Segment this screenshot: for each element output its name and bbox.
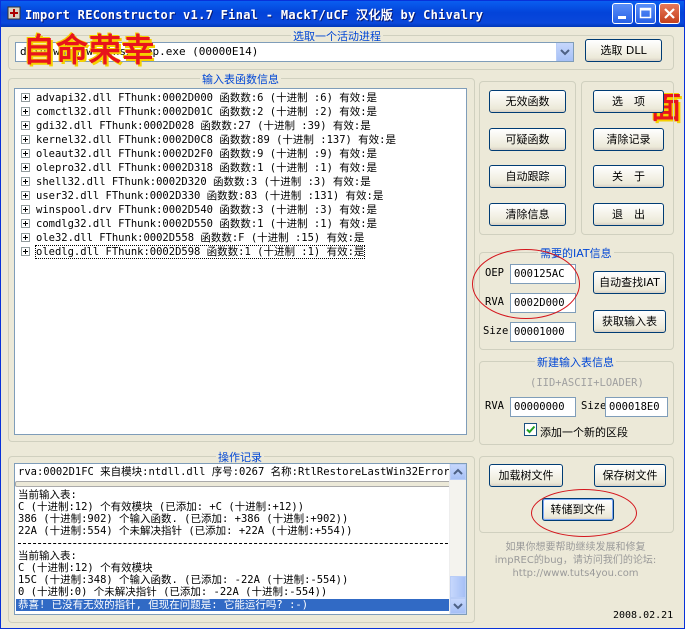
log-line: 0 (十进制:0) 个未解决指针 (已添加: -22A (十进制:-554)) (18, 586, 328, 598)
tree-item[interactable]: winspool.drv FThunk:0002D540 函数数:3 (十进制 … (21, 203, 377, 217)
log-line: rva:0002D1FC 来自模块:ntdll.dll 序号:0267 名称:R… (18, 466, 450, 478)
new-size-label: Size (581, 400, 607, 412)
app-window: Import REConstructor v1.7 Final - MackT/… (0, 0, 685, 629)
log-line: C (十进制:12) 个有效模块 (已添加: +C (十进制:+12)) (18, 501, 305, 513)
tree-item[interactable]: ole32.dll FThunk:0002D558 函数数:F (十进制 :15… (21, 231, 364, 245)
tree-item[interactable]: advapi32.dll FThunk:0002D000 函数数:6 (十进制 … (21, 91, 377, 105)
clear-log-button[interactable]: 清除记录 (593, 128, 664, 151)
annotation-circle (531, 489, 637, 537)
build-date: 2008.02.21 (613, 610, 674, 621)
scroll-up-icon[interactable] (450, 464, 466, 480)
size-input[interactable]: 00001000 (510, 322, 576, 342)
expand-icon[interactable] (21, 233, 30, 242)
tree-item[interactable]: oleaut32.dll FThunk:0002D2F0 函数数:9 (十进制 … (21, 147, 377, 161)
expand-icon[interactable] (21, 219, 30, 228)
expand-icon[interactable] (21, 107, 30, 116)
imports-tree[interactable]: advapi32.dll FThunk:0002D000 函数数:6 (十进制 … (14, 88, 467, 435)
expand-icon[interactable] (21, 247, 30, 256)
title-bar[interactable]: Import REConstructor v1.7 Final - MackT/… (1, 1, 684, 27)
expand-icon[interactable] (21, 177, 30, 186)
log-list[interactable]: rva:0002D1FC 来自模块:ntdll.dll 序号:0267 名称:R… (14, 463, 467, 615)
tree-item[interactable]: gdi32.dll FThunk:0002D028 函数数:27 (十进制 :3… (21, 119, 371, 133)
expand-icon[interactable] (21, 149, 30, 158)
add-section-label: 添加一个新的区段 (540, 426, 628, 439)
expand-icon[interactable] (21, 205, 30, 214)
app-icon (7, 6, 21, 20)
expand-icon[interactable] (21, 121, 30, 130)
log-line-highlighted[interactable]: 恭喜! 已没有无效的指针, 但现在问题是: 它能运行吗? :-) (16, 599, 461, 611)
auto-search-iat-button[interactable]: 自动查找IAT (593, 271, 666, 294)
new-size-input[interactable]: 000018E0 (605, 397, 668, 417)
log-line: 22A (十进制:554) 个未解决指针 (已添加: +22A (十进制:+55… (18, 525, 353, 537)
tree-item[interactable]: user32.dll FThunk:0002D330 函数数:83 (十进制 :… (21, 189, 383, 203)
log-line: 15C (十进制:348) 个输入函数. (已添加: -22A (十进制:-55… (18, 574, 349, 586)
scroll-thumb[interactable] (450, 576, 466, 598)
log-line: 当前输入表: (18, 550, 77, 562)
clear-info-button[interactable]: 清除信息 (489, 203, 566, 226)
minimize-icon (618, 16, 626, 19)
auto-trace-button[interactable]: 自动跟踪 (489, 165, 566, 188)
scroll-down-icon[interactable] (450, 598, 466, 614)
log-line: 当前输入表: (18, 489, 77, 501)
window-title: Import REConstructor v1.7 Final - MackT/… (25, 8, 484, 22)
invalid-functions-button[interactable]: 无效函数 (489, 90, 566, 113)
expand-icon[interactable] (21, 93, 30, 102)
tree-item[interactable]: olepro32.dll FThunk:0002D318 函数数:1 (十进制 … (21, 161, 377, 175)
options-button[interactable]: 选 项 (593, 90, 664, 113)
log-separator (18, 543, 458, 544)
footer-link[interactable]: http://www.tuts4you.com (479, 567, 672, 580)
expand-icon[interactable] (21, 191, 30, 200)
add-section-checkbox[interactable] (524, 423, 537, 436)
footer-line: impREC的bug，请访问我们的论坛: (494, 555, 657, 566)
footer-info: 如果你想要帮助继续发展和修复 impREC的bug，请访问我们的论坛: http… (479, 541, 672, 580)
save-tree-button[interactable]: 保存树文件 (594, 464, 666, 487)
tree-item[interactable]: shell32.dll FThunk:0002D320 函数数:3 (十进制 :… (21, 175, 371, 189)
watermark-stamp: 自命荣幸 (23, 31, 156, 69)
tree-item[interactable]: kernel32.dll FThunk:0002D0C8 函数数:89 (十进制… (21, 133, 396, 147)
horizontal-scrollbar[interactable] (15, 481, 453, 487)
log-line: 386 (十进制:902) 个输入函数. (已添加: +386 (十进制:+90… (18, 513, 349, 525)
about-button[interactable]: 关 于 (593, 165, 664, 188)
expand-icon[interactable] (21, 135, 30, 144)
suspect-functions-button[interactable]: 可疑函数 (489, 128, 566, 151)
maximize-icon (639, 7, 652, 19)
get-imports-button[interactable]: 获取输入表 (593, 310, 666, 333)
minimize-button[interactable] (612, 3, 633, 24)
log-line: C (十进制:12) 个有效模块 (18, 562, 153, 574)
annotation-circle (472, 249, 580, 319)
imports-group-label: 输入表函数信息 (200, 71, 281, 87)
maximize-button[interactable] (635, 3, 656, 24)
tree-item-selected[interactable]: oledlg.dll FThunk:0002D598 函数数:1 (十进制 :1… (21, 245, 366, 259)
chevron-down-icon[interactable] (556, 43, 573, 61)
exit-button[interactable]: 退 出 (593, 203, 664, 226)
size-label: Size (483, 325, 509, 337)
new-import-label: 新建输入表信息 (535, 354, 616, 370)
close-icon (664, 8, 675, 19)
new-rva-label: RVA (485, 400, 504, 412)
log-vertical-scrollbar[interactable] (449, 464, 466, 614)
load-tree-button[interactable]: 加载树文件 (489, 464, 563, 487)
close-button[interactable] (659, 3, 680, 24)
tree-item[interactable]: comctl32.dll FThunk:0002D01C 函数数:2 (十进制 … (21, 105, 377, 119)
new-import-subtitle: (IID+ASCII+LOADER) (530, 377, 644, 389)
checkmark-icon (526, 425, 536, 434)
new-rva-input[interactable]: 00000000 (510, 397, 576, 417)
tree-item[interactable]: comdlg32.dll FThunk:0002D550 函数数:1 (十进制 … (21, 217, 377, 231)
footer-line: 如果你想要帮助继续发展和修复 (505, 542, 646, 553)
expand-icon[interactable] (21, 163, 30, 172)
pick-dll-button[interactable]: 选取 DLL (585, 39, 662, 62)
